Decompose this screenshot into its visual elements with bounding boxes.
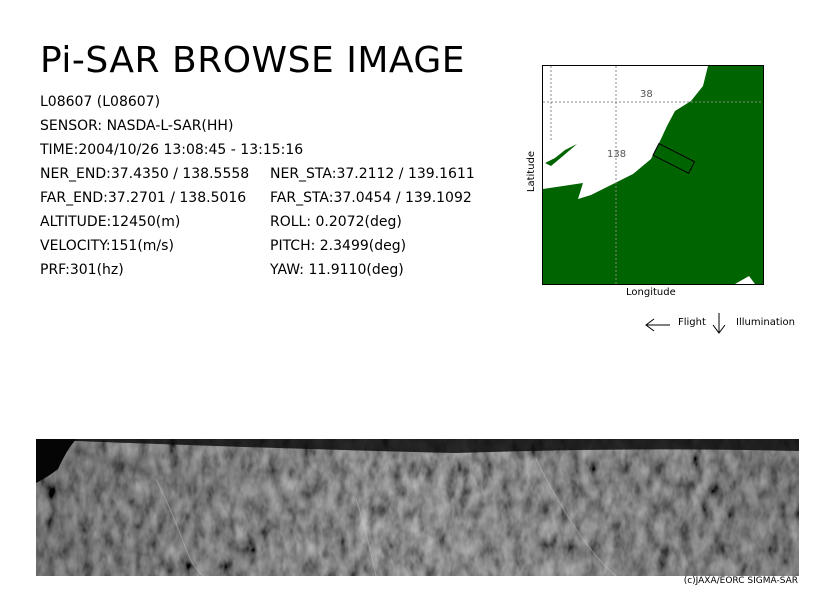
info-left-column: L08607 (L08607) SENSOR: NASDA-L-SAR(HH) … <box>40 90 303 282</box>
arrow-left-icon <box>644 317 672 333</box>
yaw-info: YAW: 11.9110(deg) <box>270 262 404 278</box>
copyright-text: (c)JAXA/EORC SIGMA-SAR <box>683 576 798 586</box>
scene-id: L08607 (L08607) <box>40 94 161 110</box>
flight-label: Flight <box>678 317 706 328</box>
location-map-svg <box>543 66 763 284</box>
sar-browse-image <box>36 439 799 576</box>
illumination-label: Illumination <box>736 317 795 328</box>
lat-grid-label: 38 <box>640 89 653 100</box>
lon-grid-label: 138 <box>607 149 627 160</box>
near-start-coords: NER_STA:37.2112 / 139.1611 <box>270 166 475 182</box>
x-axis-label: Longitude <box>626 287 676 298</box>
altitude-info: ALTITUDE:12450(m) <box>40 214 181 230</box>
info-right-column: NER_STA:37.2112 / 139.1611 FAR_STA:37.04… <box>270 162 475 282</box>
prf-info: PRF:301(hz) <box>40 262 124 278</box>
sar-image-svg <box>36 439 799 576</box>
roll-info: ROLL: 0.2072(deg) <box>270 214 402 230</box>
sensor-info: SENSOR: NASDA-L-SAR(HH) <box>40 118 234 134</box>
velocity-info: VELOCITY:151(m/s) <box>40 238 174 254</box>
far-end-coords: FAR_END:37.2701 / 138.5016 <box>40 190 247 206</box>
near-end-coords: NER_END:37.4350 / 138.5558 <box>40 166 250 182</box>
page-title: Pi-SAR BROWSE IMAGE <box>40 40 466 81</box>
far-start-coords: FAR_STA:37.0454 / 139.1092 <box>270 190 472 206</box>
y-axis-label: Latitude <box>526 150 538 193</box>
pitch-info: PITCH: 2.3499(deg) <box>270 238 407 254</box>
arrow-down-icon <box>710 311 728 335</box>
location-map <box>542 65 764 285</box>
acquisition-time: TIME:2004/10/26 13:08:45 - 13:15:16 <box>40 142 304 158</box>
